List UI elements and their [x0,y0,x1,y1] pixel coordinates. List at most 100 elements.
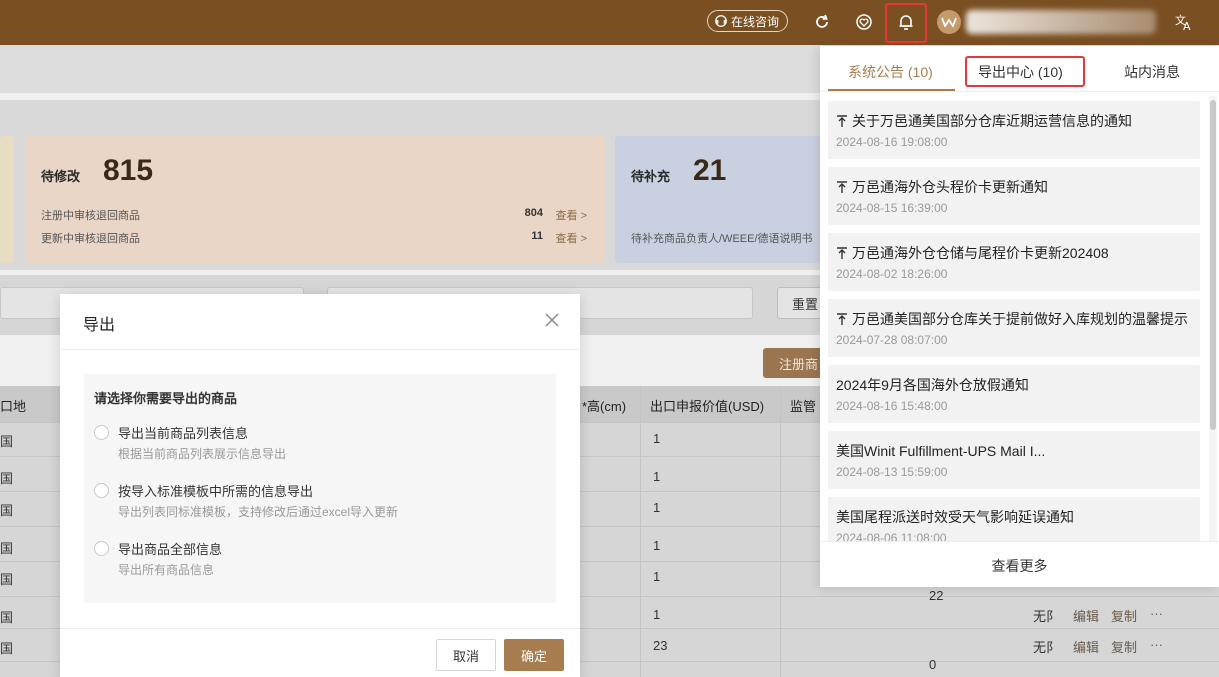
avatar[interactable] [937,10,961,34]
radio-button[interactable] [94,483,109,498]
top-bar: 在线咨询 文A [0,0,1219,45]
item-date: 2024-08-16 15:48:00 [836,399,948,413]
card-count: 815 [103,154,154,187]
online-consult-button[interactable]: 在线咨询 [707,10,789,32]
tab-system-announcements[interactable]: 系统公告 (10) [848,62,933,82]
item-title: 万邑通美国部分仓库关于提前做好入库规划的温馨提示 [852,311,1188,327]
pin-icon [837,180,847,193]
card-row-value: 804 [524,207,543,219]
list-item[interactable]: 万邑通美国部分仓库关于提前做好入库规划的温馨提示 2024-07-28 08:0… [828,299,1200,357]
card-row-label: 更新中审核退回商品 [41,233,140,245]
more-actions[interactable]: ··· [1150,637,1163,652]
table-cell: 国 [0,503,14,518]
item-title: 关于万邑通美国部分仓库近期运营信息的通知 [852,113,1132,129]
copy-link[interactable]: 复制 [1111,637,1137,656]
column-header: 监管 [790,399,817,414]
option-label: 导出当前商品列表信息 [118,426,249,441]
radio-button[interactable] [94,425,109,440]
table-cell: 国 [0,572,14,587]
table-cell: 无阝 [1033,609,1060,624]
card-row: 更新中审核退回商品 11 查看 > [41,230,587,246]
stat-card-pending-edit: 待修改 815 注册中审核退回商品 804 查看 > 更新中审核退回商品 11 … [25,136,605,263]
translate-icon[interactable]: 文A [1174,12,1194,32]
online-consult-label: 在线咨询 [731,14,780,29]
option-description: 导出所有商品信息 [118,563,215,577]
export-options-box: 请选择你需要导出的商品 导出当前商品列表信息 根据当前商品列表展示信息导出 按导… [84,374,556,603]
card-count: 21 [693,154,727,187]
column-header: 出口申报价值(USD) [650,399,765,414]
item-date: 2024-08-06 11:08:00 [836,531,947,541]
option-label: 导出商品全部信息 [118,542,223,557]
dialog-footer-divider [60,628,580,629]
item-date: 2024-08-13 15:59:00 [836,465,948,479]
column-header: 口地 [0,399,27,414]
option-label: 按导入标准模板中所需的信息导出 [118,484,314,499]
export-question: 请选择你需要导出的商品 [94,391,238,406]
cancel-button[interactable]: 取消 [436,639,496,671]
table-cell: 1 [653,607,661,622]
column-divider [640,386,641,677]
item-title: 万邑通海外仓仓储与尾程价卡更新202408 [852,245,1109,261]
table-cell: 国 [0,610,14,625]
stat-card-partial [0,136,14,263]
confirm-button[interactable]: 确定 [504,639,564,671]
table-cell: 国 [0,434,14,449]
headset-icon [715,15,727,27]
dialog-divider [60,349,580,350]
heart-icon[interactable] [854,12,874,32]
table-cell: 22 [929,588,944,603]
option-description: 导出列表同标准模板，支持修改后通过excel导入更新 [118,505,399,519]
card-row: 待补充商品负责人/WEEE/德语说明书 [631,230,851,246]
column-divider [780,386,781,677]
panel-footer-divider [820,541,1219,542]
close-icon[interactable] [544,312,560,328]
list-item[interactable]: 美国尾程派送时效受天气影响延误通知 2024-08-06 11:08:00 [828,497,1200,541]
list-item[interactable]: 万邑通海外仓仓储与尾程价卡更新202408 2024-08-02 18:26:0… [828,233,1200,291]
table-cell: 23 [653,638,668,653]
list-item[interactable]: 万邑通海外仓头程价卡更新通知 2024-08-15 16:39:00 [828,167,1200,225]
item-title: 美国Winit Fulfillment-UPS Mail I... [836,443,1046,459]
svg-text:A: A [1183,20,1191,32]
active-tab-underline [828,89,955,91]
notification-panel: 系统公告 (10) 导出中心 (10) 站内消息 关于万邑通美国部分仓库近期运营… [820,46,1219,587]
list-item[interactable]: 关于万邑通美国部分仓库近期运营信息的通知 2024-08-16 19:08:00 [828,101,1200,159]
card-row-view-link[interactable]: 查看 > [556,230,587,246]
view-more-link[interactable]: 查看更多 [820,556,1219,576]
more-actions[interactable]: ··· [1150,606,1163,621]
radio-button[interactable] [94,541,109,556]
table-cell: 国 [0,541,14,556]
table-cell: 1 [653,500,661,515]
table-cell: 国 [0,471,14,486]
scrollbar-thumb[interactable] [1210,100,1216,430]
dialog-title: 导出 [83,317,116,334]
tabs-divider [820,91,1219,92]
announcement-list: 关于万邑通美国部分仓库近期运营信息的通知 2024-08-16 19:08:00… [820,96,1219,541]
refresh-icon[interactable] [812,12,832,32]
card-row-label: 待补充商品负责人/WEEE/德语说明书 [631,233,813,245]
item-date: 2024-08-02 18:26:00 [836,267,948,281]
edit-link[interactable]: 编辑 [1073,637,1099,656]
pin-icon [837,312,847,325]
table-cell: 1 [653,469,661,484]
item-date: 2024-08-15 16:39:00 [836,201,948,215]
item-date: 2024-07-28 08:07:00 [836,333,948,347]
item-title: 万邑通海外仓头程价卡更新通知 [852,179,1048,195]
bell-icon[interactable] [896,12,916,32]
tab-site-messages[interactable]: 站内消息 [1124,62,1180,82]
pin-icon [837,246,847,259]
winit-logo-icon [941,17,957,27]
card-title: 待补充 [631,169,671,184]
copy-link[interactable]: 复制 [1111,606,1137,625]
table-cell: 1 [653,538,661,553]
table-cell: 无阝 [1033,640,1060,655]
table-cell: 1 [653,569,661,584]
card-row-view-link[interactable]: 查看 > [556,207,587,223]
list-item[interactable]: 美国Winit Fulfillment-UPS Mail I... 2024-0… [828,431,1200,489]
edit-link[interactable]: 编辑 [1073,606,1099,625]
list-item[interactable]: 2024年9月各国海外仓放假通知 2024-08-16 15:48:00 [828,365,1200,423]
stat-card-pending-supplement: 待补充 21 待补充商品负责人/WEEE/德语说明书 [615,136,855,263]
table-cell: 1 [653,431,661,446]
table-cell: 0 [929,657,937,672]
table-cell: 国 [0,641,14,656]
item-date: 2024-08-16 19:08:00 [836,135,948,149]
